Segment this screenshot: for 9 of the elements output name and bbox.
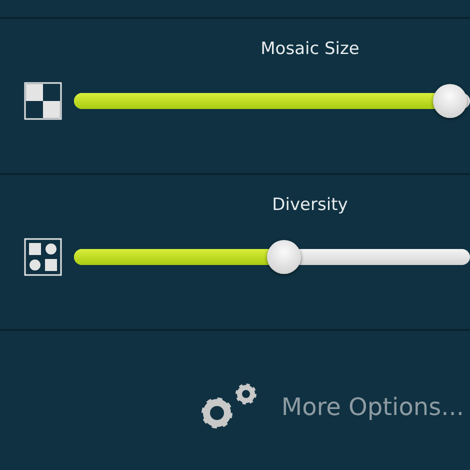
slider-label: Diversity — [272, 195, 348, 215]
slider[interactable] — [74, 84, 470, 118]
shapes-grid-icon — [24, 238, 62, 276]
checkerboard-icon — [24, 82, 62, 120]
slider[interactable] — [74, 240, 470, 274]
more-options-link[interactable]: More Options... — [281, 389, 464, 425]
slider-thumb[interactable] — [266, 240, 301, 274]
slider-thumb[interactable] — [433, 84, 468, 118]
slider-label: Mosaic Size — [260, 39, 360, 59]
